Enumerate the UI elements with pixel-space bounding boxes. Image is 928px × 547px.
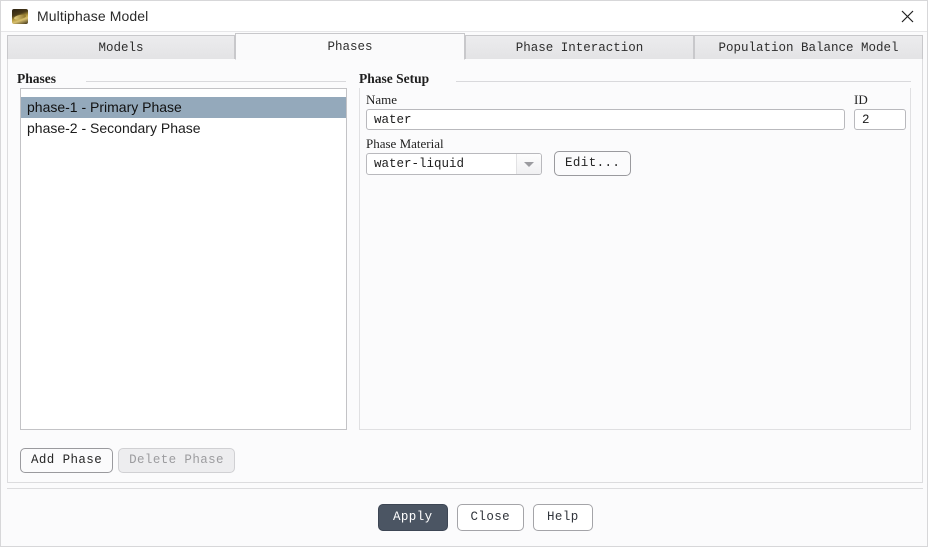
id-label: ID (854, 92, 868, 107)
dialog-footer: Apply Close Help CFD之道 (7, 488, 923, 542)
phase-action-buttons: Add Phase Delete Phase (20, 448, 235, 473)
tab-label: Population Balance Model (718, 40, 899, 55)
phase-material-label: Phase Material (366, 136, 444, 151)
tab-content-phases: Phases phase-1 - Primary Phase phase-2 -… (7, 59, 923, 483)
phase-setup-group-divider (456, 81, 911, 82)
list-item[interactable]: phase-2 - Secondary Phase (21, 118, 346, 139)
list-item[interactable]: phase-1 - Primary Phase (21, 97, 346, 118)
phase-material-value: water-liquid (374, 157, 465, 171)
phases-list[interactable]: phase-1 - Primary Phase phase-2 - Second… (20, 88, 347, 430)
apply-button[interactable]: Apply (378, 504, 448, 531)
id-input[interactable]: 2 (854, 109, 906, 130)
phases-group-divider (86, 81, 346, 82)
list-item-label: phase-1 - Primary Phase (27, 99, 182, 115)
phase-setup-panel: Name water ID 2 Phase Material water-liq… (359, 88, 911, 430)
name-input[interactable]: water (366, 109, 845, 130)
close-button[interactable]: Close (456, 504, 525, 531)
tab-label: Models (98, 40, 144, 55)
help-button[interactable]: Help (533, 504, 593, 531)
tab-phase-interaction[interactable]: Phase Interaction (465, 35, 694, 60)
add-phase-button[interactable]: Add Phase (20, 448, 114, 473)
footer-divider (7, 488, 923, 489)
list-item-label: phase-2 - Secondary Phase (27, 120, 201, 136)
multiphase-model-dialog: Multiphase Model Models Phases Phase Int… (0, 0, 928, 547)
phases-group-title: Phases (17, 71, 57, 86)
tab-phases[interactable]: Phases (235, 33, 465, 60)
chevron-down-icon (516, 154, 541, 174)
tab-label: Phase Interaction (515, 40, 644, 55)
app-icon (12, 9, 28, 24)
tab-label: Phases (327, 39, 373, 54)
name-label: Name (366, 92, 398, 107)
edit-material-button[interactable]: Edit... (554, 151, 632, 176)
tab-models[interactable]: Models (7, 35, 235, 60)
window-title: Multiphase Model (37, 8, 149, 24)
close-icon[interactable] (885, 1, 927, 31)
tab-population-balance-model[interactable]: Population Balance Model (694, 35, 923, 60)
footer-buttons: Apply Close Help (378, 504, 593, 531)
tab-bar: Models Phases Phase Interaction Populati… (7, 33, 923, 60)
delete-phase-button: Delete Phase (118, 448, 235, 473)
title-bar: Multiphase Model (1, 1, 927, 32)
phase-setup-group-title: Phase Setup (359, 71, 430, 86)
phase-material-select[interactable]: water-liquid (366, 153, 542, 175)
